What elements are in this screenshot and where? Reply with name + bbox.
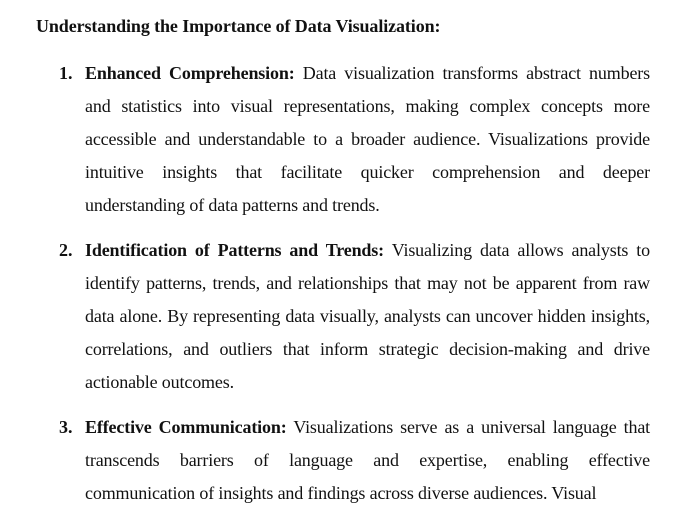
list-item-number: 3. — [59, 417, 73, 437]
list-item-number: 2. — [59, 240, 73, 260]
numbered-list: 1. Enhanced Comprehension: Data visualiz… — [0, 57, 680, 522]
list-item-body: Enhanced Comprehension: Data visualizati… — [85, 57, 650, 222]
list-item-body: Identification of Patterns and Trends: V… — [85, 234, 650, 399]
list-item-number: 1. — [59, 63, 73, 83]
list-item-text: Data visualization transforms abstract n… — [85, 63, 650, 215]
list-item: 1. Enhanced Comprehension: Data visualiz… — [0, 57, 680, 222]
list-item: 3. Effective Communication: Visualizatio… — [0, 411, 680, 510]
list-item-term: Enhanced Comprehension: — [85, 63, 295, 83]
list-item: 2. Identification of Patterns and Trends… — [0, 234, 680, 399]
list-item-body: Effective Communication: Visualizations … — [85, 411, 650, 510]
list-item-text: Visualizing data allows analysts to iden… — [85, 240, 650, 392]
section-heading: Understanding the Importance of Data Vis… — [36, 16, 441, 36]
list-item-term: Effective Communication: — [85, 417, 287, 437]
list-item-term: Identification of Patterns and Trends: — [85, 240, 384, 260]
